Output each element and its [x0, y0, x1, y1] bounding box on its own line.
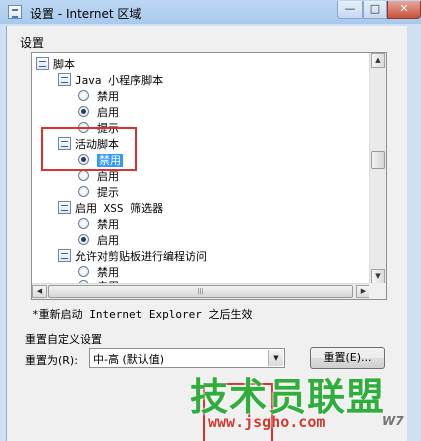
reset-to-label: 重置为(R):	[25, 354, 78, 367]
settings-tree[interactable]: 脚本 Java 小程序脚本 禁用 启用 提示 活动脚本 禁用 启用 提示 启用 …	[31, 52, 387, 300]
radio-xss-disable[interactable]: 禁用	[78, 217, 119, 233]
vertical-scroll-thumb[interactable]	[371, 151, 385, 169]
horizontal-scroll-thumb[interactable]: |||	[48, 285, 353, 298]
radio-label: 启用	[97, 234, 119, 247]
radio-label: 禁用	[97, 266, 119, 279]
tree-item-label: Java 小程序脚本	[75, 74, 164, 87]
radio-button-checked[interactable]	[78, 106, 89, 117]
radio-label: 启用	[97, 106, 119, 119]
minimize-icon: —	[344, 2, 356, 15]
radio-button-checked[interactable]	[78, 234, 89, 245]
watermark-url: www.jsgho.com	[208, 413, 326, 431]
close-button[interactable]: ✕	[387, 1, 421, 19]
scroll-up-icon[interactable]: ▲	[371, 53, 385, 68]
radio-active-enable[interactable]: 启用	[78, 169, 119, 185]
radio-button[interactable]	[78, 266, 89, 277]
radio-label: 提示	[97, 186, 119, 199]
tree-item-label: 允许对剪贴板进行编程访问	[75, 250, 207, 263]
tree-item-java-applet: Java 小程序脚本	[58, 73, 163, 89]
scroll-corner	[369, 283, 386, 299]
radio-active-prompt[interactable]: 提示	[78, 185, 119, 201]
restart-note: *重新启动 Internet Explorer 之后生效	[32, 308, 253, 321]
settings-group-label: 设置	[20, 36, 45, 50]
window-title: 设置 - Internet 区域	[30, 7, 142, 21]
scroll-left-icon[interactable]: ◀	[32, 285, 47, 298]
corner-logo: W7	[382, 414, 404, 428]
vertical-scrollbar[interactable]: ▲ ▼	[369, 53, 386, 284]
radio-button[interactable]	[78, 90, 89, 101]
window-settings-icon	[8, 5, 22, 19]
radio-xss-enable[interactable]: 启用	[78, 233, 119, 249]
tree-item-label: 脚本	[53, 58, 75, 71]
radio-java-disable[interactable]: 禁用	[78, 89, 119, 105]
radio-button[interactable]	[78, 170, 89, 181]
scroll-down-icon[interactable]: ▼	[371, 269, 385, 284]
chevron-down-icon[interactable]: ▼	[268, 350, 283, 366]
reset-level-select[interactable]: 中-高 (默认值) ▼	[89, 348, 285, 368]
setting-icon	[58, 201, 71, 214]
radio-label: 启用	[97, 170, 119, 183]
setting-icon	[58, 73, 71, 86]
tree-item-xss-filter: 启用 XSS 筛选器	[58, 201, 163, 217]
tree-item-clipboard: 允许对剪贴板进行编程访问	[58, 249, 207, 265]
radio-label: 禁用	[97, 90, 119, 103]
radio-label: 禁用	[97, 218, 119, 231]
tree-item-script: 脚本	[36, 57, 75, 73]
close-icon: ✕	[399, 2, 409, 15]
reset-group-title: 重置自定义设置	[25, 333, 102, 346]
maximize-icon: □	[369, 2, 381, 15]
setting-icon	[36, 57, 49, 70]
maximize-button[interactable]: □	[363, 1, 387, 19]
annotation-highlight-box	[41, 127, 137, 171]
reset-level-value: 中-高 (默认值)	[93, 353, 165, 366]
radio-button[interactable]	[78, 186, 89, 197]
minimize-button[interactable]: —	[337, 1, 363, 19]
horizontal-scrollbar[interactable]: ◀ ||| ▶	[32, 283, 371, 299]
title-bar: 设置 - Internet 区域 — □ ✕	[0, 0, 421, 24]
tree-item-label: 启用 XSS 筛选器	[75, 202, 164, 215]
setting-icon	[58, 249, 71, 262]
radio-button[interactable]	[78, 218, 89, 229]
radio-java-enable[interactable]: 启用	[78, 105, 119, 121]
